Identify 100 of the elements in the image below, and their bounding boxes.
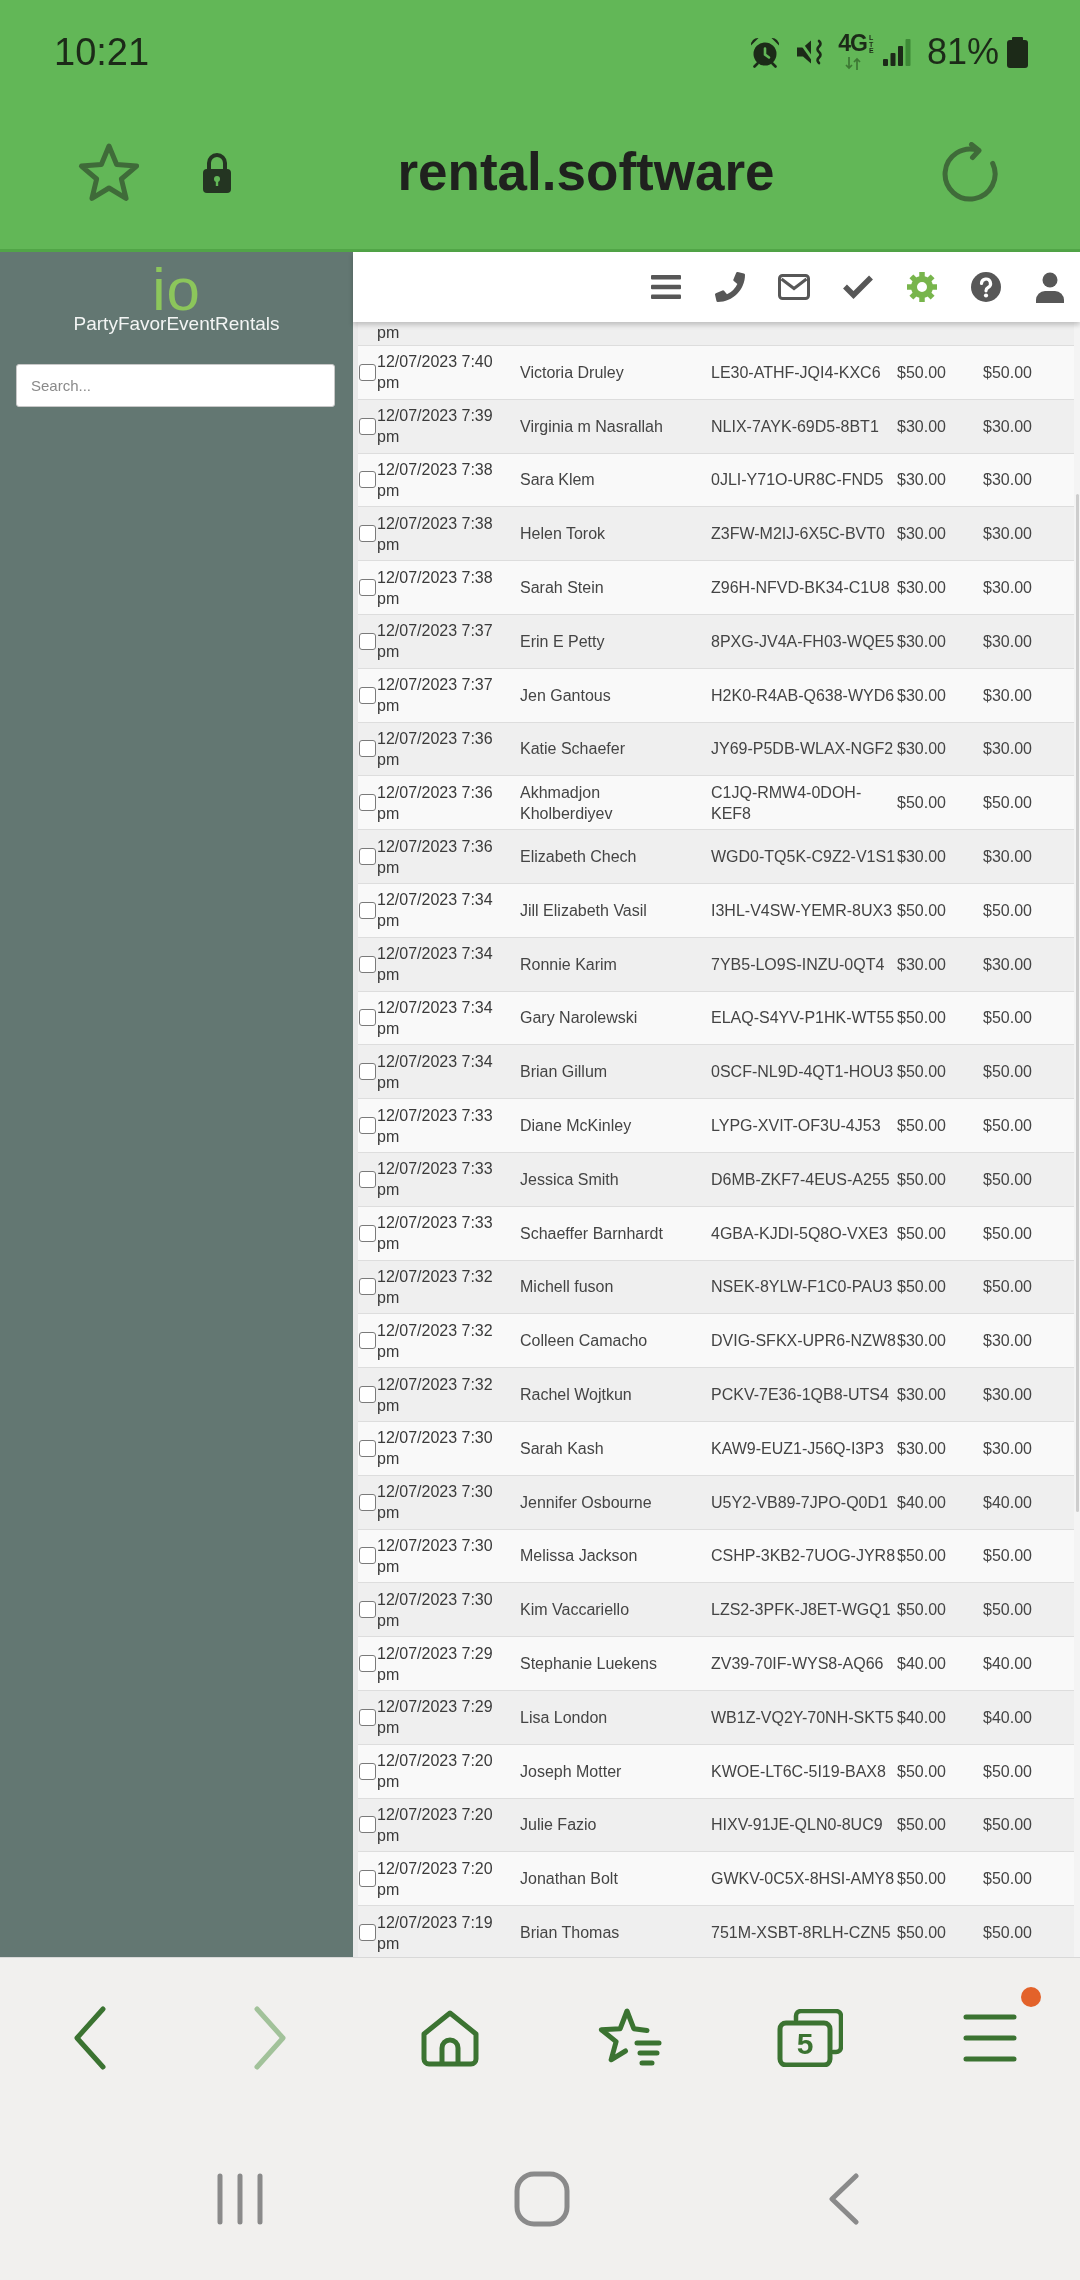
customer-name: Victoria Druley [520,362,624,383]
customer-name: Sara Klem [520,470,595,491]
price: $40.00 [983,1492,1032,1513]
checkbox[interactable] [359,1708,376,1726]
price: $30.00 [897,685,946,706]
checkbox[interactable] [359,1601,376,1619]
timestamp: 12/07/2023 7:33 pm [377,1159,494,1201]
price: $50.00 [983,900,1032,921]
customer-name: Schaeffer Barnhardt [520,1223,663,1244]
checkbox[interactable] [359,848,376,866]
checkbox[interactable] [359,1762,376,1780]
search-field[interactable]: Search... [16,364,335,407]
customer-name: Gary Narolewski [520,1008,638,1029]
checkbox[interactable] [359,686,376,704]
timestamp: 12/07/2023 7:30 pm [377,1589,494,1631]
signal-icon [882,38,911,66]
price: $30.00 [897,470,946,491]
back-button[interactable] [827,2172,861,2225]
price: $30.00 [897,1438,946,1459]
price: $40.00 [897,1707,946,1728]
checkbox[interactable] [359,1493,376,1511]
user-button[interactable] [1034,271,1066,303]
phone-button[interactable] [714,271,746,303]
checkbox[interactable] [359,1924,376,1941]
timestamp: 12/07/2023 7:29 pm [377,1697,494,1739]
checkbox[interactable] [359,1439,376,1457]
checkbox[interactable] [359,1547,376,1565]
back-icon [73,2005,107,2070]
home-button[interactable] [514,2170,570,2227]
price: $50.00 [983,1277,1032,1298]
checkbox[interactable] [359,1870,376,1888]
order-code: DVIG-SFKX-UPR6-NZW8 [711,1331,896,1352]
recents-button[interactable] [216,2172,264,2225]
price: $50.00 [983,1761,1032,1782]
checkbox[interactable] [359,1009,376,1027]
checkbox[interactable] [359,525,376,543]
order-code: LYPG-XVIT-OF3U-4J53 [711,1116,881,1137]
customer-name: Virginia m Nasrallah [520,416,663,437]
checkbox[interactable] [359,1655,376,1672]
timestamp: 12/07/2023 7:36 pm [377,728,494,770]
price: $50.00 [983,1223,1032,1244]
order-code: NLIX-7AYK-69D5-8BT1 [711,416,879,437]
bookmarks-button[interactable] [597,2006,663,2069]
customer-name: Melissa Jackson [520,1546,638,1567]
price: $30.00 [983,685,1032,706]
help-button[interactable] [970,271,1002,303]
price: $50.00 [897,362,946,383]
price: $30.00 [983,739,1032,760]
mail-button[interactable] [778,271,810,303]
home-button[interactable] [420,2008,480,2067]
bookmark-button[interactable] [76,141,142,203]
url-text[interactable]: rental.software [397,141,775,203]
checkbox[interactable] [359,1332,376,1350]
price: $30.00 [897,847,946,868]
checkbox[interactable] [359,632,376,650]
logo: io [152,267,201,313]
checkbox[interactable] [359,1170,376,1188]
order-code: Z3FW-M2IJ-6X5C-BVT0 [711,524,885,545]
person-icon [1035,271,1065,303]
checkbox[interactable] [359,1816,376,1834]
checkbox[interactable] [359,1063,376,1081]
timestamp: 12/07/2023 7:36 pm [377,836,494,878]
customer-name: Akhmadjon Kholberdiyev [520,782,614,824]
timestamp: pm [377,323,400,343]
timestamp: 12/07/2023 7:30 pm [377,1428,494,1470]
order-code: H2K0-R4AB-Q638-WYD6 [711,685,895,706]
price: $50.00 [983,1116,1032,1137]
timestamp: 12/07/2023 7:30 pm [377,1482,494,1524]
price: $50.00 [897,1169,946,1190]
order-code: CSHP-3KB2-7UOG-JYR8 [711,1546,896,1567]
checkbox[interactable] [359,1117,376,1135]
checkbox[interactable] [359,579,376,597]
checkbox[interactable] [359,740,376,758]
customer-name: Brian Gillum [520,1062,608,1083]
price: $30.00 [897,1331,946,1352]
price: $40.00 [897,1492,946,1513]
customer-name: Ronnie Karim [520,954,617,975]
tabs-button[interactable]: 5 [777,2008,843,2067]
checkbox[interactable] [359,1278,376,1296]
scrollbar-thumb[interactable] [1075,494,1079,1512]
timestamp: 12/07/2023 7:34 pm [377,997,494,1039]
checkbox[interactable] [359,1224,376,1242]
checkbox[interactable] [359,471,376,489]
checkbox[interactable] [359,363,376,381]
timestamp: 12/07/2023 7:36 pm [377,782,494,824]
checkbox[interactable] [359,417,376,435]
checkbox[interactable] [359,1386,376,1404]
checkbox[interactable] [359,794,376,812]
star-list-icon [597,2006,663,2069]
settings-button[interactable] [906,271,938,303]
menu-icon [963,2012,1017,2063]
checkbox[interactable] [359,955,376,973]
checkbox[interactable] [359,901,376,919]
customer-name: Sarah Kash [520,1438,604,1459]
order-code: ELAQ-S4YV-P1HK-WT55 [711,1008,895,1029]
price: $30.00 [983,578,1032,599]
customer-name: Michell fuson [520,1277,614,1298]
order-code: LZS2-3PFK-J8ET-WGQ1 [711,1600,891,1621]
back-button[interactable] [73,2005,107,2070]
price: $40.00 [983,1654,1032,1674]
